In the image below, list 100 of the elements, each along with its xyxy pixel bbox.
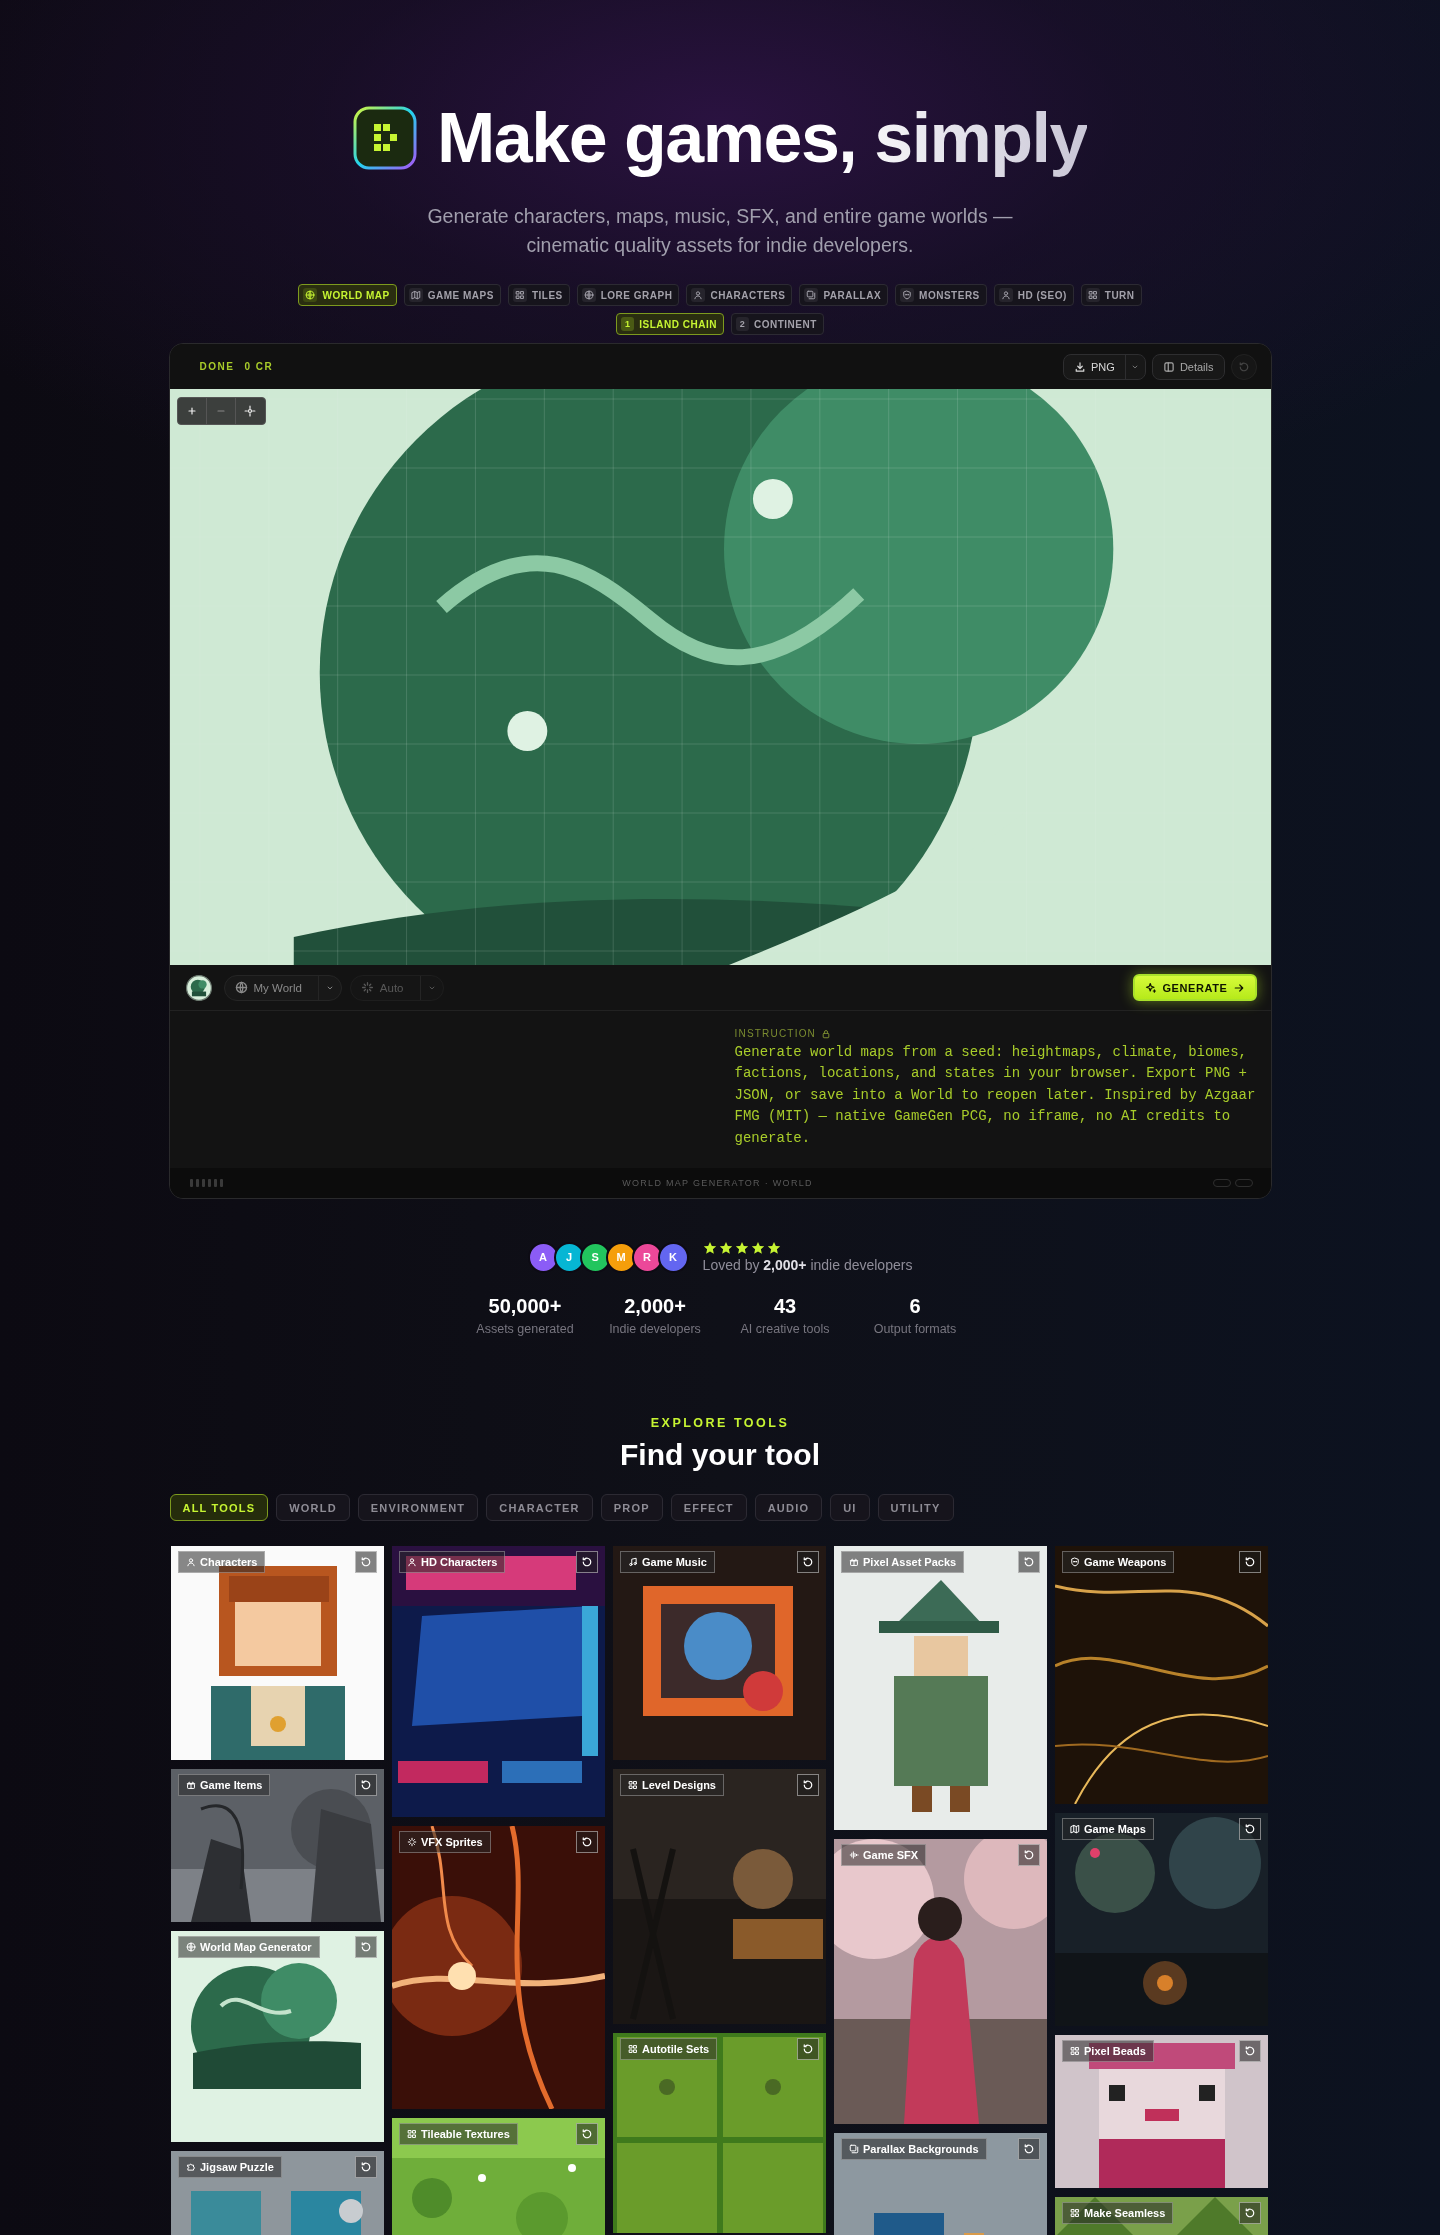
credits-text: 0 CR [244,361,274,372]
stat-label: Assets generated [476,1322,574,1336]
tool-name: Game Items [200,1779,263,1791]
sparkle-icon [360,981,374,994]
refresh-icon [1023,1849,1035,1861]
tool-name: Game Weapons [1084,1556,1167,1568]
tool-tab[interactable]: TURN [1080,284,1142,306]
tool-card[interactable]: Game Items [171,1769,384,1922]
tool-card[interactable]: Pixel Asset Packs [834,1546,1047,1830]
refresh-icon [360,1941,372,1953]
tool-card[interactable]: Jigsaw Puzzle [171,2151,384,2235]
tool-name: HD Characters [421,1556,498,1568]
filter-chip[interactable]: UTILITY [877,1494,954,1521]
tool-name: Tileable Textures [421,2128,510,2140]
tool-card[interactable]: World Map Generator [171,1931,384,2142]
filter-chip[interactable]: PROP [600,1494,663,1521]
avatar: S [579,1241,611,1273]
filter-chip[interactable]: WORLD [276,1494,350,1521]
grid-icon [628,1780,638,1790]
refresh-icon [1237,360,1250,373]
person-icon [1000,290,1011,300]
filter-chip[interactable]: CHARACTER [486,1494,593,1521]
hero-subtitle: Generate characters, maps, music, SFX, and entire game worlds — cinematic quality assets for indie developers. [426,204,1014,258]
tool-tab[interactable]: TILES [507,284,570,306]
stat-value: 50,000+ [488,1295,562,1318]
tool-card[interactable]: Make Seamless [1055,2197,1268,2235]
sparkle-icon [407,1837,417,1847]
tool-name: Jigsaw Puzzle [200,2161,274,2173]
tool-card[interactable]: Pixel Beads [1055,2035,1268,2188]
avatar: K [657,1241,689,1273]
stat-value: 2,000+ [624,1295,686,1318]
layers-icon [849,2144,859,2154]
preset-tab[interactable]: 2 CONTINENT [730,313,824,335]
status-text: DONE [199,361,235,372]
tool-name: Level Designs [642,1779,716,1791]
section-eyebrow: EXPLORE TOOLS [650,1416,790,1430]
generate-button[interactable]: GENERATE [1133,974,1257,1001]
preset-tab[interactable]: 1 ISLAND CHAIN [616,313,724,335]
shield-icon [1070,1557,1080,1567]
crosshair-icon [244,405,256,417]
tool-tab[interactable]: WORLD MAP [298,284,397,306]
refresh-icon [360,2161,372,2173]
tool-card[interactable]: Level Designs [613,1769,826,2024]
tool-name: Game Music [642,1556,707,1568]
wave-icon [849,1850,859,1860]
tool-card[interactable]: Autotile Sets [613,2033,826,2233]
tool-tab[interactable]: HD (SEO) [993,284,1074,306]
tool-tab[interactable]: LORE GRAPH [576,284,680,306]
tool-card[interactable]: Game SFX [834,1839,1047,2124]
grid-icon [1087,290,1098,300]
grid-icon [628,2044,638,2054]
tool-name: Characters [200,1556,258,1568]
filter-chip[interactable]: ALL TOOLS [169,1494,269,1521]
tool-card[interactable]: Parallax Backgrounds [834,2133,1047,2235]
filter-chip[interactable]: EFFECT [670,1494,747,1521]
globe-icon [305,290,316,300]
tool-name: Pixel Asset Packs [863,1556,957,1568]
tool-card[interactable]: VFX Sprites [392,1826,605,2109]
note-icon [628,1557,638,1567]
refresh-icon [1244,2045,1256,2057]
rating-text: Loved by 2,000+ indie developers [702,1257,913,1273]
tool-card[interactable]: Game Weapons [1055,1546,1268,1804]
filter-chip[interactable]: ENVIRONMENT [357,1494,479,1521]
person-icon [693,290,704,300]
star-icon [702,1241,717,1255]
tool-card[interactable]: Tileable Textures [392,2118,605,2235]
grid-icon [407,2129,417,2139]
tool-tab[interactable]: CHARACTERS [686,284,793,306]
refresh-icon [1244,2207,1256,2219]
tool-card[interactable]: Game Music [613,1546,826,1760]
avatar: J [553,1241,585,1273]
avatar: M [605,1241,637,1273]
refresh-icon [581,1556,593,1568]
tool-name: Game SFX [863,1849,919,1861]
refresh-icon [802,1779,814,1791]
avatar: R [631,1241,663,1273]
tool-tab[interactable]: GAME MAPS [403,284,501,306]
grid-icon [1070,2208,1080,2218]
refresh-icon [1023,1556,1035,1568]
person-icon [186,1557,196,1567]
refresh-icon [581,1836,593,1848]
puzzle-icon [186,2162,196,2172]
tool-name: World Map Generator [200,1941,312,1953]
filter-chip[interactable]: AUDIO [754,1494,823,1521]
star-icon [734,1241,749,1255]
filter-chip[interactable]: UI [830,1494,870,1521]
tool-card[interactable]: Game Maps [1055,1813,1268,2026]
details-button[interactable]: Details [1151,353,1225,380]
tool-card[interactable]: Characters [171,1546,384,1760]
tool-tab[interactable]: PARALLAX [799,284,889,306]
world-select[interactable]: My World [223,974,342,1001]
logo-icon [353,106,417,170]
tool-name: Pixel Beads [1084,2045,1146,2057]
section-title: Find your tool [620,1438,820,1472]
globe-icon [234,981,248,994]
map-icon [410,290,421,300]
refresh-icon [360,1556,372,1568]
tool-card[interactable]: HD Characters [392,1546,605,1817]
lock-icon [821,1028,832,1039]
tool-tab[interactable]: MONSTERS [895,284,987,306]
